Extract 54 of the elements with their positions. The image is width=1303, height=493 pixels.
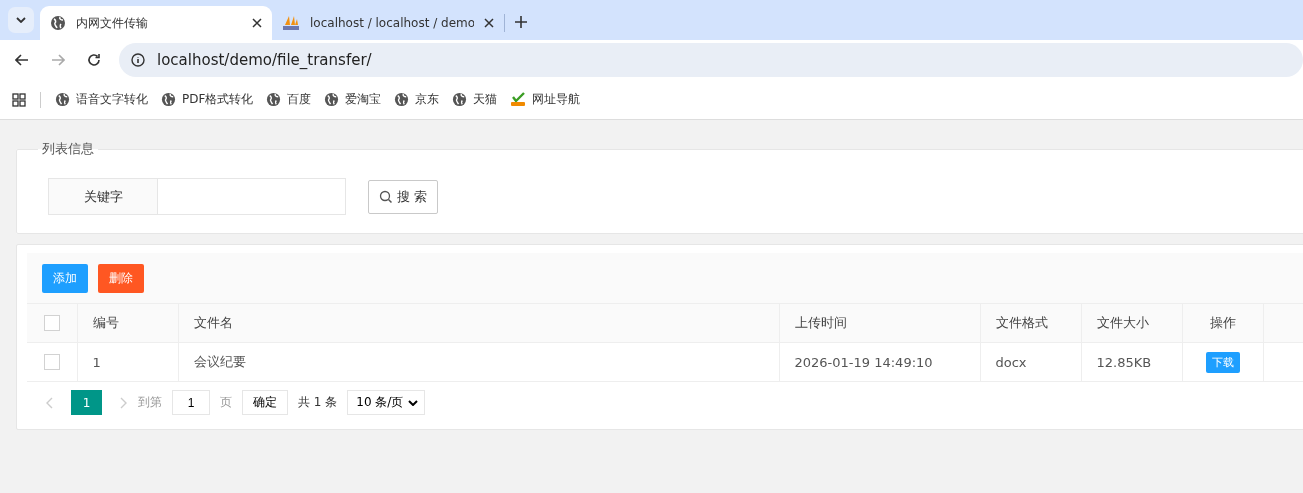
address-bar[interactable]: localhost/demo/file_transfer/ — [119, 43, 1303, 77]
close-icon[interactable] — [252, 18, 262, 28]
total-count: 共 1 条 — [298, 394, 338, 411]
globe-icon — [266, 92, 282, 107]
confirm-button[interactable]: 确定 — [242, 390, 288, 415]
panel-legend: 列表信息 — [38, 140, 98, 158]
chevron-down-icon — [16, 17, 26, 23]
globe-icon — [324, 92, 340, 107]
browser-tab[interactable]: localhost / localhost / demo — [272, 6, 504, 40]
chevron-down-icon — [408, 399, 419, 406]
page-size-select[interactable]: 10 条/页 — [347, 390, 426, 415]
page-unit-label: 页 — [220, 394, 232, 411]
bookmark-link[interactable]: 京东 — [394, 91, 440, 108]
select-all-checkbox[interactable] — [43, 315, 60, 332]
bookmark-link[interactable]: 网址导航 — [510, 91, 581, 108]
globe-icon — [50, 15, 66, 31]
keyword-field[interactable]: 关键字 — [48, 178, 346, 215]
column-header: 编号 — [92, 315, 119, 330]
search-button[interactable]: 搜 索 — [368, 179, 439, 214]
page-input[interactable]: 1 — [172, 390, 210, 415]
page-number-button[interactable]: 1 — [71, 390, 102, 415]
table-cell: 1 — [92, 354, 101, 370]
sail-logo-icon — [282, 15, 300, 31]
close-icon[interactable] — [484, 18, 494, 28]
table-cell: 12.85KB — [1096, 354, 1152, 370]
column-header: 文件大小 — [1096, 315, 1149, 330]
reload-icon[interactable] — [87, 53, 101, 67]
tab-list-button[interactable] — [8, 7, 34, 33]
goto-label: 到第 — [138, 394, 162, 411]
apps-grid-icon[interactable] — [12, 92, 26, 107]
checkmark-logo-icon — [510, 92, 527, 107]
bookmark-link[interactable]: 天猫 — [452, 91, 498, 108]
column-header: 文件格式 — [995, 315, 1048, 330]
bookmark-link[interactable]: 爱淘宝 — [324, 91, 382, 108]
bookmark-link[interactable]: PDF格式转化 — [161, 91, 254, 108]
globe-icon — [55, 92, 70, 107]
browser-tab[interactable]: 内网文件传输 — [40, 6, 272, 40]
table-cell: 会议纪要 — [193, 354, 246, 369]
plus-icon[interactable] — [515, 16, 527, 28]
column-header: 文件名 — [193, 315, 233, 330]
bookmark-link[interactable]: 百度 — [266, 91, 312, 108]
page-size-value: 10 条/页 — [356, 394, 404, 411]
column-header: 操作 — [1209, 315, 1236, 330]
globe-icon — [394, 92, 410, 107]
globe-icon — [452, 92, 468, 107]
search-icon — [379, 189, 393, 204]
back-arrow-icon[interactable] — [15, 54, 29, 66]
globe-icon — [161, 92, 176, 107]
info-icon — [131, 53, 145, 67]
table-cell: docx — [995, 354, 1027, 370]
table-cell: 2026-01-19 14:49:10 — [794, 354, 933, 370]
bookmark-link[interactable]: 语音文字转化 — [55, 91, 148, 108]
row-checkbox[interactable] — [43, 354, 60, 371]
column-header: 上传时间 — [794, 315, 847, 330]
